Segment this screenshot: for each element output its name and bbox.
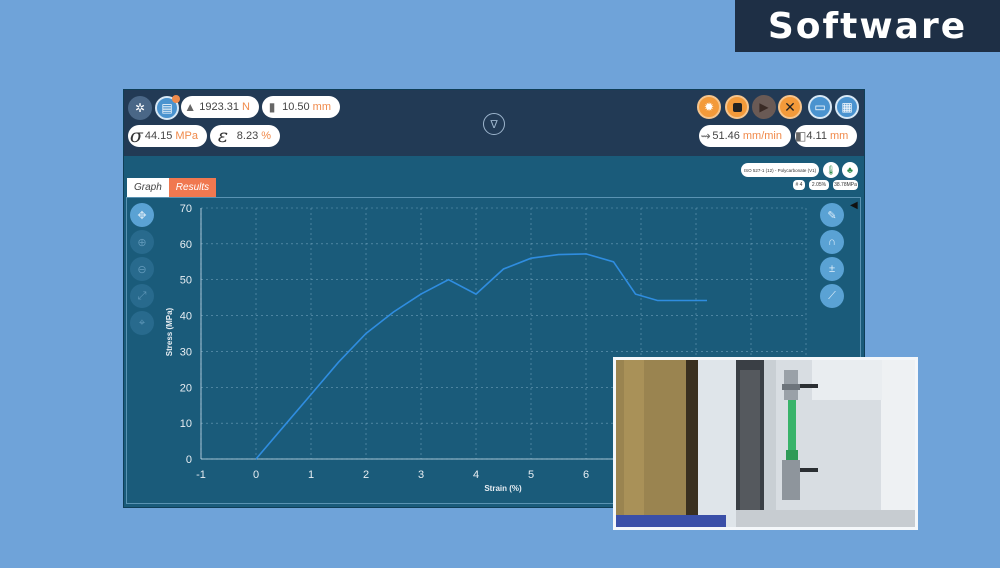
x-tick-label: 5 xyxy=(528,469,534,481)
x-tick-label: 2 xyxy=(363,469,369,481)
y-tick-label: 0 xyxy=(186,454,192,466)
y-tick-label: 70 xyxy=(180,203,192,215)
x-tick-label: 3 xyxy=(418,469,424,481)
x-tick-label: 4 xyxy=(473,469,479,481)
zoom-fit-icon[interactable]: ⤢ xyxy=(130,284,154,308)
software-banner: Software xyxy=(735,0,1000,52)
curve-fit-icon[interactable]: ∩ xyxy=(820,230,844,254)
chevron-left-icon[interactable]: ◀ xyxy=(850,200,858,211)
x-axis-label: Strain (%) xyxy=(484,484,522,493)
banner-title: Software xyxy=(767,5,968,47)
calculate-icon[interactable]: ± xyxy=(820,257,844,281)
tensile-machine-image xyxy=(616,360,915,527)
y-tick-label: 50 xyxy=(180,275,192,287)
x-tick-label: 0 xyxy=(253,469,259,481)
zoom-out-icon[interactable]: ⊖ xyxy=(130,257,154,281)
y-tick-label: 30 xyxy=(180,346,192,358)
y-tick-label: 60 xyxy=(180,239,192,251)
y-tick-label: 10 xyxy=(180,418,192,430)
y-tick-label: 20 xyxy=(180,382,192,394)
y-axis-label: Stress (MPa) xyxy=(165,307,174,356)
y-tick-label: 40 xyxy=(180,311,192,323)
x-tick-label: 6 xyxy=(583,469,589,481)
x-tick-label: -1 xyxy=(196,469,206,481)
zoom-in-icon[interactable]: ⊕ xyxy=(130,230,154,254)
pan-tool-icon[interactable]: ✥ xyxy=(130,203,154,227)
reset-view-icon[interactable]: ⌖ xyxy=(130,311,154,335)
x-tick-label: 1 xyxy=(308,469,314,481)
measure-line-icon[interactable]: ⟋ xyxy=(820,284,844,308)
machine-video-inset xyxy=(613,357,918,530)
annotation-icon[interactable]: ✎ xyxy=(820,203,844,227)
